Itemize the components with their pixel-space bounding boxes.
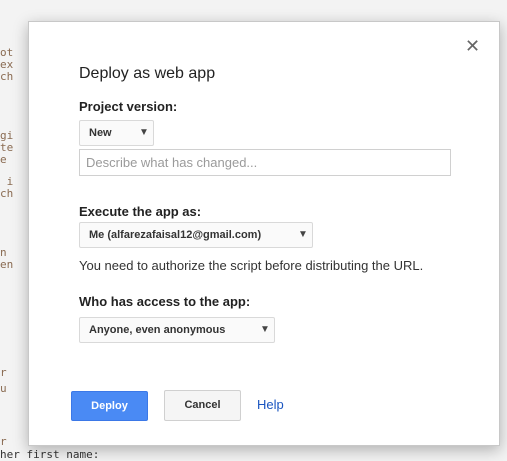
code-line: r [0, 366, 7, 379]
authorize-note: You need to authorize the script before … [79, 258, 424, 273]
code-line: ch [0, 70, 14, 83]
access-value: Anyone, even anonymous [89, 324, 226, 336]
help-link[interactable]: Help [257, 397, 284, 412]
code-line: u [0, 382, 7, 395]
dialog-title: Deploy as web app [79, 65, 216, 82]
project-version-value: New [89, 127, 112, 139]
access-label: Who has access to the app: [79, 294, 251, 309]
code-line: ch [0, 187, 14, 200]
project-version-select[interactable]: New ▼ [79, 120, 154, 146]
deploy-button[interactable]: Deploy [71, 391, 148, 421]
execute-as-select[interactable]: Me (alfarezafaisal12@gmail.com) ▼ [79, 222, 313, 248]
code-line: her first name: [0, 448, 100, 461]
execute-as-value: Me (alfarezafaisal12@gmail.com) [89, 229, 262, 241]
project-version-label: Project version: [79, 99, 178, 114]
code-line: en [0, 258, 14, 271]
code-line: e [0, 153, 7, 166]
access-select[interactable]: Anyone, even anonymous ▼ [79, 317, 275, 343]
chevron-down-icon: ▼ [260, 324, 270, 335]
code-line: r [0, 435, 7, 448]
deploy-dialog: ✕ Deploy as web app Project version: New… [28, 21, 500, 446]
chevron-down-icon: ▼ [298, 229, 308, 240]
execute-as-label: Execute the app as: [79, 204, 202, 219]
version-description-input[interactable]: Describe what has changed... [79, 149, 451, 176]
cancel-button[interactable]: Cancel [164, 390, 241, 421]
close-icon[interactable]: ✕ [465, 37, 480, 55]
chevron-down-icon: ▼ [139, 127, 149, 138]
